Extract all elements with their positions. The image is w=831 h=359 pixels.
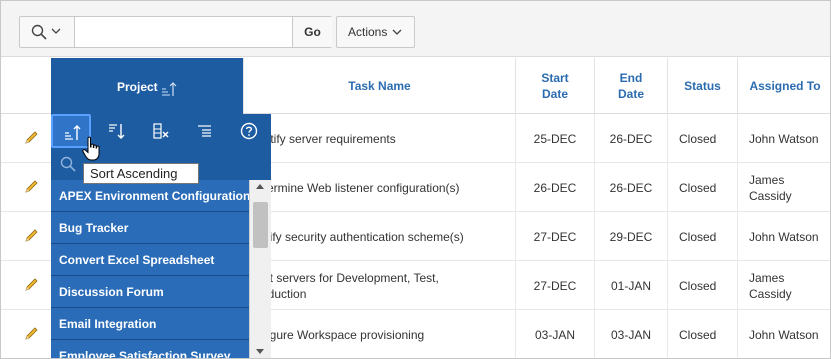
tooltip: Sort Ascending <box>83 163 199 184</box>
search-input[interactable] <box>76 17 292 47</box>
search-icon <box>31 24 47 40</box>
status-cell: Closed <box>667 310 737 358</box>
task-name-cell: entify server requirements <box>257 131 396 146</box>
list-item[interactable]: Convert Excel Spreadsheet <box>51 244 249 276</box>
assigned-to-cell: James Cassidy <box>737 163 830 212</box>
end-date-cell: 26-DEC <box>594 163 667 212</box>
control-break-button[interactable] <box>185 114 225 148</box>
list-item[interactable]: Email Integration <box>51 308 249 340</box>
assigned-to-cell: John Watson <box>737 212 830 261</box>
status-cell: Closed <box>667 261 737 310</box>
start-date-cell: 26-DEC <box>515 163 594 212</box>
interactive-report: Go Actions Task Name Start Date End Date S… <box>0 0 831 359</box>
task-name-cell: etermine Web listener configuration(s) <box>257 180 460 195</box>
scrollbar-thumb[interactable] <box>253 202 268 248</box>
status-cell: Closed <box>667 212 737 261</box>
search-icon <box>60 156 76 172</box>
end-date-cell: 29-DEC <box>594 212 667 261</box>
end-date-cell: 26-DEC <box>594 114 667 163</box>
column-header-start-date[interactable]: Start Date <box>515 58 594 114</box>
list-item[interactable]: APEX Environment Configuration <box>51 180 249 212</box>
edit-pencil-icon[interactable] <box>23 326 39 342</box>
sort-descending-button[interactable] <box>97 114 137 148</box>
column-header-end-date[interactable]: End Date <box>594 58 667 114</box>
list-item[interactable]: Bug Tracker <box>51 212 249 244</box>
scroll-down-arrow[interactable] <box>256 349 264 354</box>
assigned-to-cell: John Watson <box>737 310 830 358</box>
start-date-label: Start Date <box>541 71 569 101</box>
start-date-cell: 25-DEC <box>515 114 594 163</box>
chevron-down-icon <box>392 29 402 35</box>
scroll-up-arrow[interactable] <box>256 184 264 189</box>
status-cell: Closed <box>667 163 737 212</box>
task-name-cell: nfigure Workspace provisioning <box>257 327 425 342</box>
list-item[interactable]: Employee Satisfaction Survey <box>51 340 249 358</box>
edit-pencil-icon[interactable] <box>23 130 39 146</box>
edit-pencil-icon[interactable] <box>23 228 39 244</box>
help-icon <box>240 122 258 140</box>
start-date-cell: 27-DEC <box>515 212 594 261</box>
sort-descending-icon <box>109 124 125 139</box>
end-date-cell: 03-JAN <box>594 310 667 358</box>
project-header-label: Project <box>117 80 158 94</box>
start-date-cell: 27-DEC <box>515 261 594 310</box>
report-toolbar: Go Actions <box>1 1 830 57</box>
list-item[interactable]: Discussion Forum <box>51 276 249 308</box>
column-header-project[interactable]: Project <box>51 58 243 114</box>
hand-cursor-icon <box>82 136 100 161</box>
task-name-cell: ecify security authentication scheme(s) <box>257 229 464 244</box>
sort-ascending-icon <box>162 82 177 96</box>
end-date-label: End Date <box>617 71 644 101</box>
search-bar: Go <box>19 16 332 48</box>
column-header-assigned-to[interactable]: Assigned To <box>737 58 830 114</box>
help-button[interactable] <box>229 114 269 148</box>
go-button[interactable]: Go <box>292 17 332 47</box>
hide-column-icon <box>153 123 169 139</box>
actions-label: Actions <box>348 25 388 39</box>
hide-column-button[interactable] <box>141 114 181 148</box>
edit-column-header <box>1 58 51 114</box>
sort-ascending-icon <box>65 125 81 140</box>
assigned-to-cell: John Watson <box>737 114 830 163</box>
actions-button[interactable]: Actions <box>336 16 415 48</box>
column-value-list: APEX Environment Configuration Bug Track… <box>51 180 249 358</box>
control-break-icon <box>198 125 211 137</box>
status-cell: Closed <box>667 114 737 163</box>
edit-pencil-icon[interactable] <box>23 179 39 195</box>
edit-pencil-icon[interactable] <box>23 277 39 293</box>
end-date-cell: 01-JAN <box>594 261 667 310</box>
column-header-status[interactable]: Status <box>667 58 737 114</box>
chevron-down-icon <box>51 28 61 34</box>
column-header-task-name[interactable]: Task Name <box>243 58 515 114</box>
list-scrollbar[interactable] <box>249 180 271 358</box>
task-name-cell: ect servers for Development, Test, roduct… <box>257 270 439 301</box>
start-date-cell: 03-JAN <box>515 310 594 358</box>
assigned-to-cell: James Cassidy <box>737 261 830 310</box>
search-columns-button[interactable] <box>20 17 75 47</box>
